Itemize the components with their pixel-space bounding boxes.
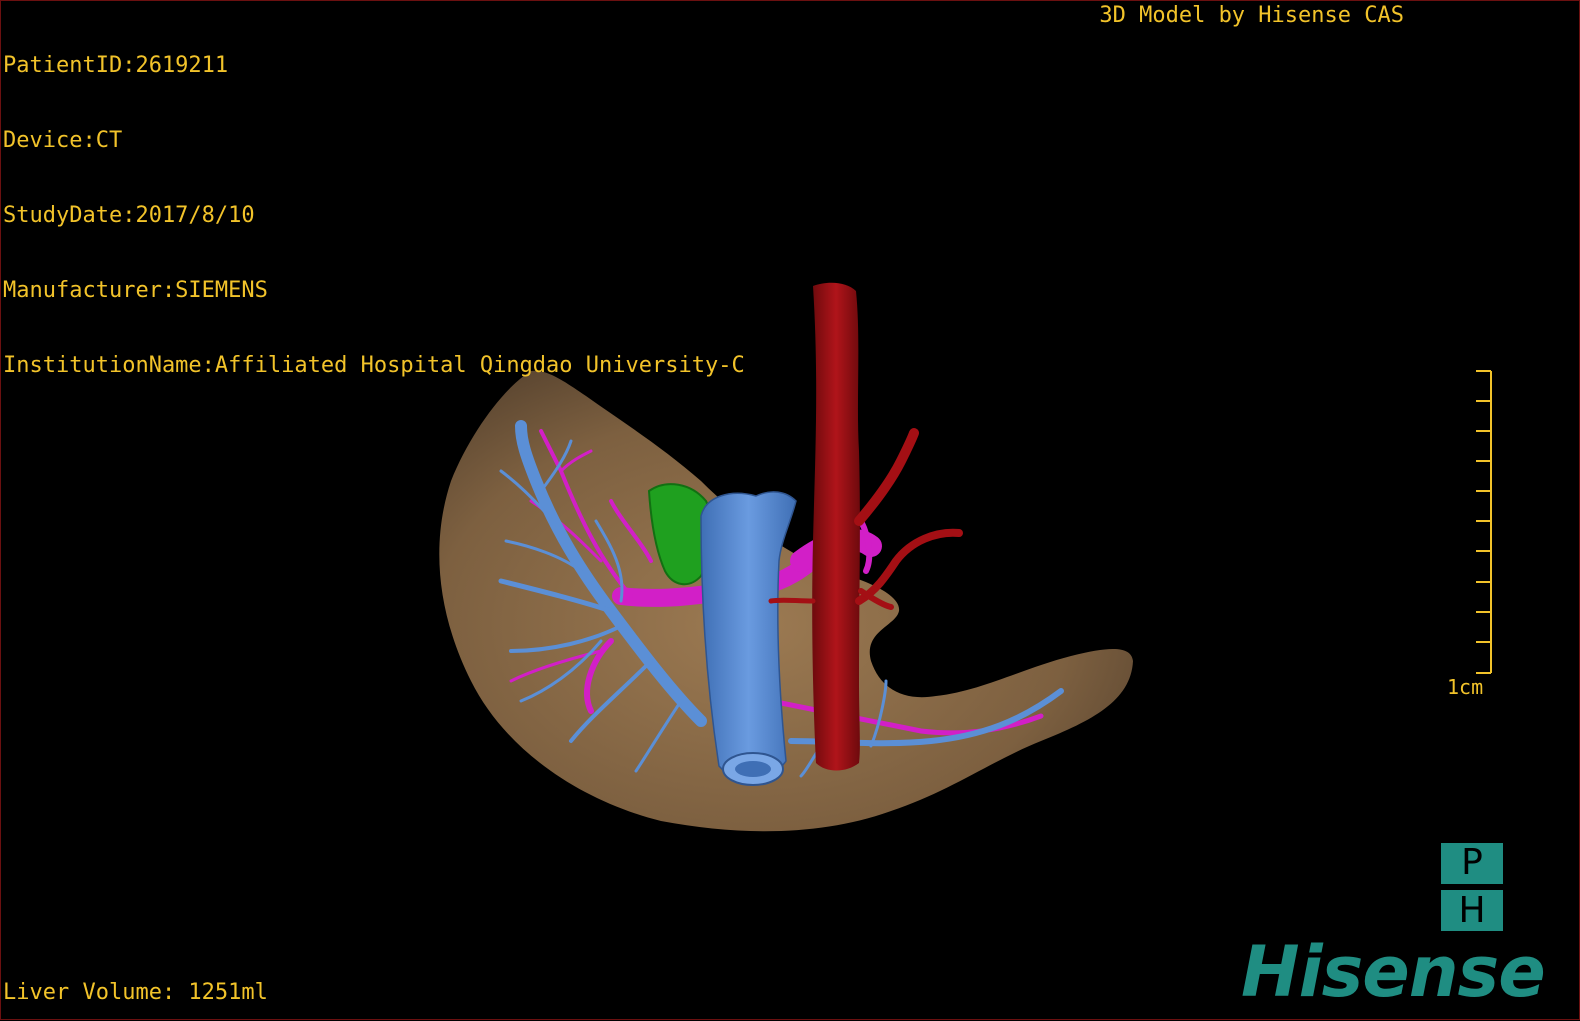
ph-logo-icon: P H [1441, 843, 1503, 931]
scale-label: 1cm [1447, 675, 1484, 699]
study-date: StudyDate:2017/8/10 [3, 203, 255, 228]
patient-id: PatientID:2619211 [3, 53, 229, 78]
institution-name: InstitutionName:Affiliated Hospital Qing… [3, 353, 745, 378]
hisense-logo: Hisense [1241, 931, 1546, 1013]
dicom-info-overlay: PatientID:2619211 Device:CT StudyDate:20… [3, 3, 745, 428]
badge-bottom-letter: H [1458, 890, 1486, 931]
3d-viewport[interactable]: 1cm PatientID:2619211 Device:CT StudyDat… [0, 0, 1580, 1020]
model-credit: 3D Model by Hisense CAS [1099, 3, 1404, 28]
badge-top-letter: P [1461, 842, 1483, 883]
device: Device:CT [3, 128, 123, 153]
manufacturer: Manufacturer:SIEMENS [3, 278, 268, 303]
liver-volume: Liver Volume: 1251ml [3, 980, 268, 1005]
